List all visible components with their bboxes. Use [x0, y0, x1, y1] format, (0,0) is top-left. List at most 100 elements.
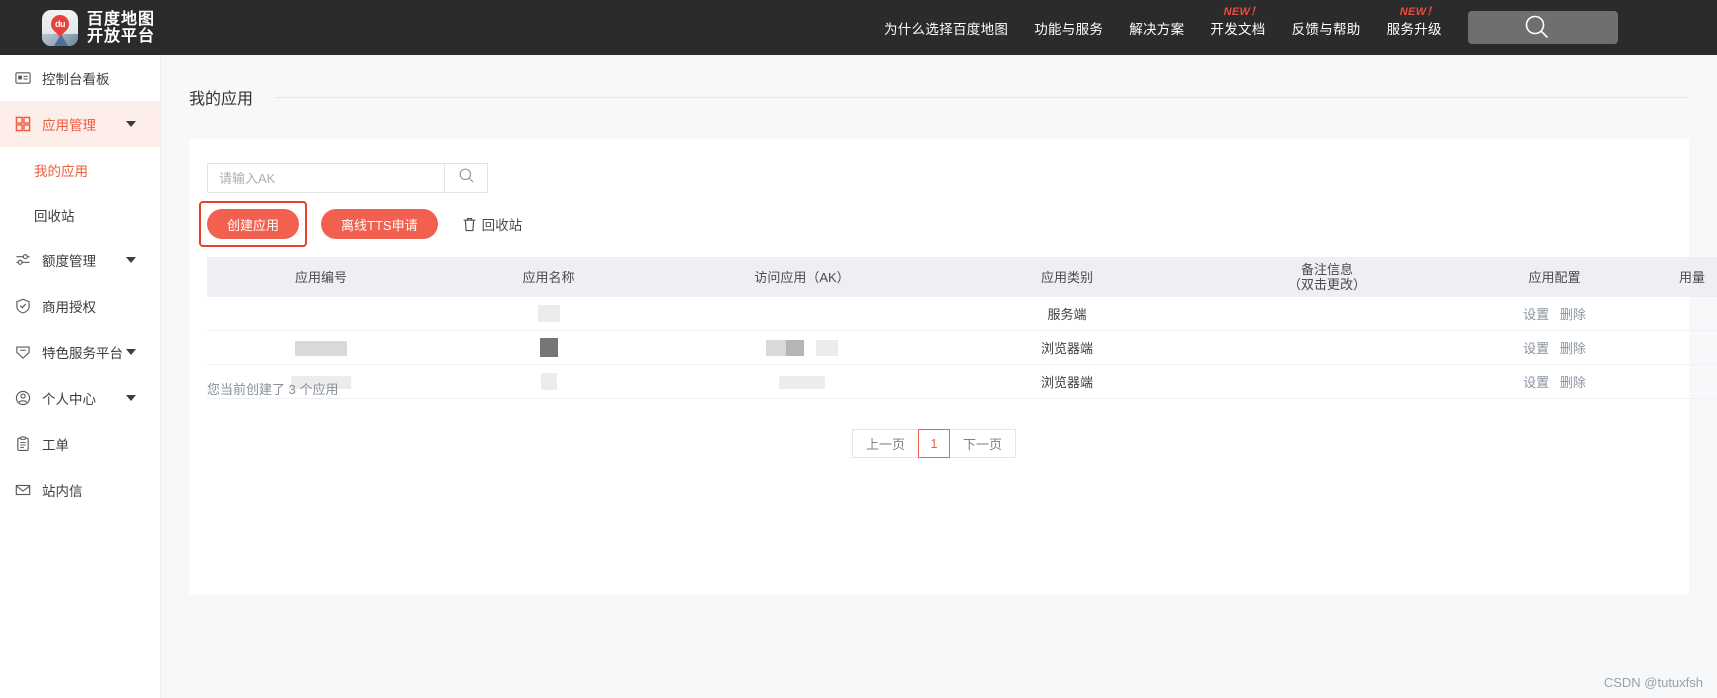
create-app-button[interactable]: 创建应用 — [207, 209, 300, 239]
shield-icon — [14, 298, 31, 315]
sidebar-item-personal-center[interactable]: 个人中心 — [0, 375, 160, 421]
table-header-row: 应用编号 应用名称 访问应用（AK） 应用类别 备注信息 （双击更改） 应用配置… — [207, 257, 1717, 297]
logo-text: 百度地图 开放平台 — [87, 11, 155, 45]
cell-app-category: 浏览器端 — [1040, 341, 1093, 356]
trash-icon — [462, 217, 477, 232]
delete-link[interactable]: 删除 — [1560, 341, 1586, 356]
sidebar-item-work-order[interactable]: 工单 — [0, 421, 160, 467]
nav-label: 为什么选择百度地图 — [884, 21, 1009, 37]
delete-link[interactable]: 删除 — [1560, 375, 1586, 390]
action-buttons-row: 创建应用 离线TTS申请 回收站 — [199, 201, 523, 247]
nav-item-dev-docs[interactable]: NEW！ 开发文档 — [1210, 6, 1266, 38]
table-row[interactable]: 服务端 设置 删除 — [207, 297, 1717, 331]
column-header-remark-sub: （双击更改） — [1287, 277, 1366, 292]
site-logo[interactable]: du 百度地图 开放平台 — [42, 9, 155, 46]
cell-app-config: 设置 删除 — [1462, 338, 1647, 357]
table-row[interactable]: 浏览器端 设置 删除 — [207, 331, 1717, 365]
settings-link[interactable]: 设置 — [1523, 341, 1549, 356]
table-body: 服务端 设置 删除 浏览器端 设置 删除 浏览器端 设置 删除 — [207, 297, 1717, 399]
title-divider — [275, 96, 1689, 98]
nav-item-features-services[interactable]: 功能与服务 — [1034, 18, 1103, 38]
nav-item-service-upgrade[interactable]: NEW！ 服务升级 — [1386, 6, 1442, 38]
new-badge: NEW！ — [1399, 5, 1438, 18]
nav-label: 服务升级 — [1386, 21, 1442, 37]
mail-icon — [14, 482, 31, 499]
cell-app-name — [435, 338, 662, 357]
sidebar-item-quota-management[interactable]: 额度管理 — [0, 237, 160, 283]
sidebar-item-label: 站内信 — [42, 484, 83, 499]
recycle-bin-label: 回收站 — [481, 218, 523, 233]
app-count-text: 您当前创建了 3 个应用 — [207, 382, 339, 397]
nav-item-why-baidu-map[interactable]: 为什么选择百度地图 — [884, 18, 1008, 38]
chevron-down-icon[interactable] — [126, 121, 136, 127]
logo-line-1: 百度地图 — [87, 10, 156, 28]
nav-item-feedback-help[interactable]: 反馈与帮助 — [1292, 18, 1361, 38]
baidu-map-logo-icon: du — [42, 9, 78, 46]
search-icon[interactable] — [1522, 12, 1552, 42]
cell-app-config: 设置 删除 — [1462, 372, 1647, 391]
nav-label: 开发文档 — [1210, 21, 1266, 37]
column-header-app-category: 应用类别 — [1040, 269, 1093, 285]
delete-link[interactable]: 删除 — [1560, 307, 1586, 322]
recycle-bin-link[interactable]: 回收站 — [462, 214, 523, 234]
cell-app-category: 浏览器端 — [1040, 375, 1093, 390]
chevron-down-icon[interactable] — [126, 349, 136, 355]
chevron-down-icon[interactable] — [126, 395, 136, 401]
cell-app-id — [207, 306, 435, 322]
sidebar-subitem-recycle-bin[interactable]: 回收站 — [0, 192, 160, 237]
column-header-app-id: 应用编号 — [294, 269, 347, 285]
column-header-usage: 用量 — [1678, 269, 1705, 285]
top-navigation-bar: du 百度地图 开放平台 为什么选择百度地图 功能与服务 解决方案 NEW！ 开… — [0, 0, 1717, 55]
column-header-remark: 备注信息 （双击更改） — [1192, 262, 1462, 292]
sidebar-item-internal-message[interactable]: 站内信 — [0, 467, 160, 513]
settings-link[interactable]: 设置 — [1523, 307, 1549, 322]
next-page-button[interactable]: 下一页 — [949, 429, 1017, 458]
search-button[interactable] — [444, 163, 488, 193]
column-header-app-config: 应用配置 — [1528, 269, 1581, 285]
app-list-card: 创建应用 离线TTS申请 回收站 应用编号 应用名称 访问应用（ — [189, 139, 1717, 594]
settings-link[interactable]: 设置 — [1523, 375, 1549, 390]
sidebar-item-label: 工单 — [42, 438, 69, 453]
page-title: 我的应用 — [189, 91, 254, 108]
sidebar-item-label: 应用管理 — [42, 118, 96, 133]
offline-tts-request-button[interactable]: 离线TTS申请 — [321, 209, 438, 239]
sidebar-item-label: 特色服务平台 — [42, 346, 123, 361]
nav-item-solutions[interactable]: 解决方案 — [1129, 18, 1184, 38]
sidebar-subitem-my-apps[interactable]: 我的应用 — [0, 147, 160, 192]
sidebar-item-label: 额度管理 — [42, 254, 96, 269]
cell-app-config: 设置 删除 — [1462, 304, 1647, 323]
sidebar-subitem-label: 回收站 — [34, 208, 75, 224]
top-nav-links: 为什么选择百度地图 功能与服务 解决方案 NEW！ 开发文档 反馈与帮助 NEW… — [884, 0, 1509, 55]
search-input[interactable] — [207, 163, 444, 193]
prev-page-button[interactable]: 上一页 — [852, 429, 920, 458]
sidebar-item-app-management[interactable]: 应用管理 — [0, 101, 160, 147]
column-header-remark-main: 备注信息 — [1300, 262, 1353, 277]
tag-icon — [14, 344, 31, 361]
sliders-icon — [14, 252, 31, 269]
grid-icon — [14, 116, 31, 133]
app-table: 应用编号 应用名称 访问应用（AK） 应用类别 备注信息 （双击更改） 应用配置… — [207, 257, 1717, 399]
logo-line-2: 开放平台 — [87, 27, 156, 45]
ak-search-row — [207, 163, 488, 193]
logo-pin-text: du — [55, 18, 65, 29]
column-header-ak: 访问应用（AK） — [754, 269, 850, 285]
dashboard-icon — [14, 70, 31, 87]
cell-ak — [662, 339, 942, 356]
watermark: CSDN @tutuxfsh — [1603, 675, 1703, 690]
user-icon — [14, 390, 31, 407]
sidebar-subitem-label: 我的应用 — [34, 163, 88, 179]
column-header-app-name: 应用名称 — [522, 269, 575, 285]
chevron-down-icon[interactable] — [126, 257, 136, 263]
sidebar-item-commercial-license[interactable]: 商用授权 — [0, 283, 160, 329]
sidebar-item-console-dashboard[interactable]: 控制台看板 — [0, 55, 160, 101]
table-row[interactable]: 浏览器端 设置 删除 — [207, 365, 1717, 399]
main-content: 我的应用 创建应用 离线TTS申请 — [161, 55, 1717, 698]
new-badge: NEW！ — [1223, 5, 1262, 18]
page-number-1[interactable]: 1 — [918, 429, 951, 458]
sidebar-item-feature-service-platform[interactable]: 特色服务平台 — [0, 329, 160, 375]
nav-label: 功能与服务 — [1034, 21, 1104, 37]
pagination: 上一页 1 下一页 — [852, 429, 1017, 458]
sidebar-item-label: 个人中心 — [42, 392, 96, 407]
sidebar: 控制台看板 应用管理 我的应用 回收站 额度管理 商用授权 特色服务平台 个人中… — [0, 55, 161, 698]
cell-app-category: 服务端 — [1047, 307, 1087, 322]
